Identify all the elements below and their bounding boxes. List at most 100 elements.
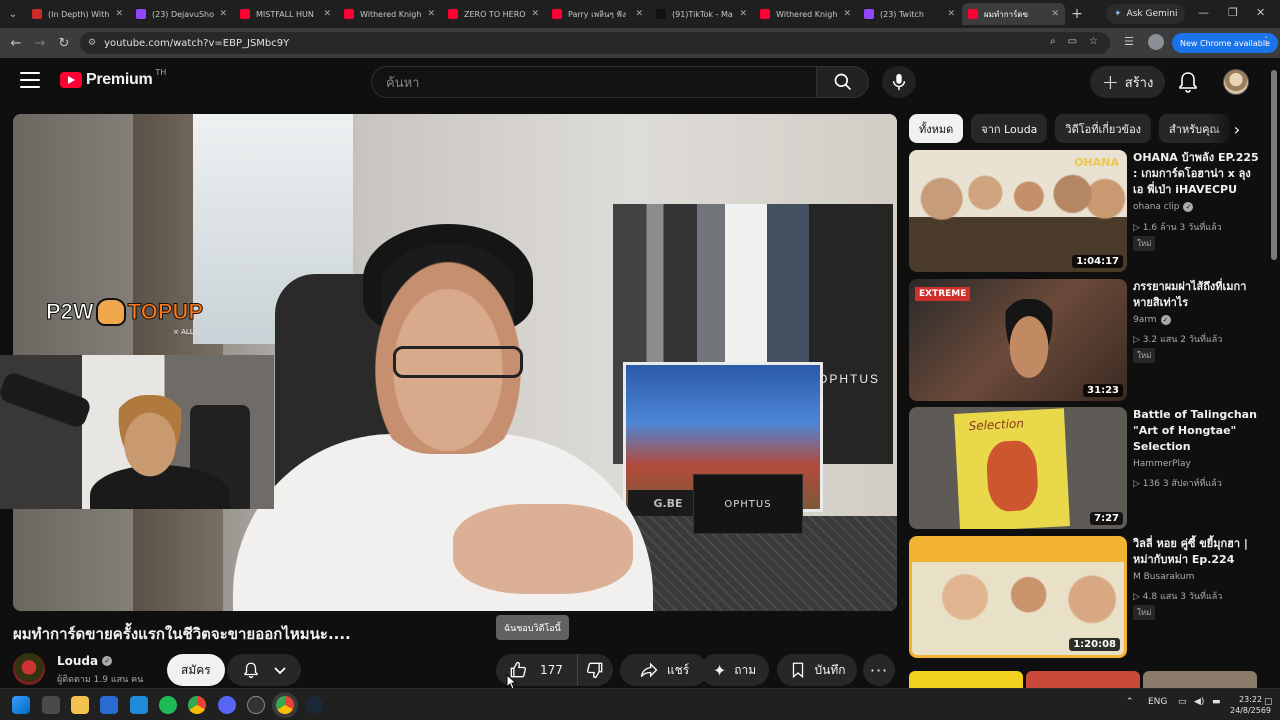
cast-icon[interactable]: ▭ [1068, 36, 1077, 47]
recommendation-thumbnail[interactable]: 1:20:08 [909, 536, 1127, 658]
new-tab-button[interactable]: + [1066, 6, 1088, 22]
browser-tab[interactable]: (23) DejavuSho ✕ [130, 3, 233, 25]
tab-groups-icon[interactable]: ☰ [1124, 35, 1134, 48]
browser-tab[interactable]: Withered Knigh ✕ [338, 3, 441, 25]
search-button[interactable] [817, 66, 869, 98]
dislike-button[interactable] [578, 654, 613, 686]
scrollbar-thumb[interactable] [1271, 70, 1277, 260]
network-icon[interactable]: ▭ [1178, 697, 1187, 707]
tab-close-icon[interactable]: ✕ [427, 9, 435, 19]
show-hidden-icons[interactable]: ⌃ [1126, 697, 1134, 707]
share-button[interactable]: แชร์ [620, 654, 708, 686]
recommendation-card[interactable]: Selection 7:27 Battle of Talingchan "Art… [909, 407, 1259, 529]
tab-favicon-icon [448, 9, 458, 19]
recommendation-thumbnail[interactable]: EXTREME 31:23 [909, 279, 1127, 401]
tab-close-icon[interactable]: ✕ [219, 9, 227, 19]
chips-next-arrow-icon[interactable]: › [1226, 118, 1248, 140]
browser-tab[interactable]: (23) Twitch ✕ [858, 3, 961, 25]
channel-name-link[interactable]: Louda ✓ [57, 654, 113, 668]
recommendation-thumbnail[interactable]: OHANA 1:04:17 [909, 150, 1127, 272]
obs-icon[interactable] [247, 696, 265, 714]
browser-menu-icon[interactable]: ⋮ [1260, 34, 1272, 48]
verified-icon: ✓ [1183, 202, 1194, 212]
notification-center-icon[interactable]: ▢ [1264, 697, 1273, 707]
chevron-down-icon [273, 667, 286, 675]
tab-close-icon[interactable]: ✕ [1051, 9, 1059, 19]
recommendation-thumbnail-partial[interactable] [1026, 671, 1140, 688]
chip-all[interactable]: ทั้งหมด [909, 114, 964, 143]
forward-icon[interactable]: → [28, 36, 52, 51]
tab-title: (23) Twitch [880, 9, 924, 19]
tab-search-button[interactable]: ⌄ [0, 0, 26, 28]
more-icon: ··· [869, 660, 889, 680]
webcam-overlay [0, 355, 274, 509]
video-title: ผมทำการ์ดขายครั้งแรกในชีวิตจะขายออกไหมนะ… [13, 625, 351, 643]
zoom-icon[interactable]: ⌕ [1050, 36, 1056, 47]
discord-icon[interactable] [218, 696, 236, 714]
browser-tab[interactable]: (In Depth) With ✕ [26, 3, 129, 25]
page-scrollbar[interactable] [1270, 60, 1278, 686]
create-button[interactable]: + สร้าง [1090, 66, 1166, 98]
new-badge: ใหม่ [1133, 605, 1156, 620]
file-explorer-icon[interactable] [71, 696, 89, 714]
spotify-icon[interactable] [159, 696, 177, 714]
recommendation-thumbnail-partial[interactable] [1143, 671, 1257, 688]
browser-tab[interactable]: Parry เพลินๆ ฟัง ✕ [546, 3, 649, 25]
menu-icon[interactable] [20, 72, 40, 88]
tab-close-icon[interactable]: ✕ [531, 9, 539, 19]
site-info-icon[interactable]: ⚙ [88, 38, 96, 48]
task-view-icon[interactable] [42, 696, 60, 714]
tab-close-icon[interactable]: ✕ [739, 9, 747, 19]
ask-gemini-button[interactable]: ✦ Ask Gemini [1106, 4, 1186, 24]
steam-icon[interactable] [305, 696, 323, 714]
reload-icon[interactable]: ↻ [52, 36, 76, 51]
book-title: Selection [968, 416, 1025, 434]
notification-preferences-button[interactable] [227, 654, 301, 686]
recommendation-card[interactable]: OHANA 1:04:17 OHANA บ้าพลัง EP.225 : เกม… [909, 150, 1259, 272]
tab-close-icon[interactable]: ✕ [115, 9, 123, 19]
recommendation-thumbnail[interactable]: Selection 7:27 [909, 407, 1127, 529]
battery-icon[interactable]: ▬ [1212, 697, 1221, 707]
start-icon[interactable] [12, 696, 30, 714]
back-icon[interactable]: ← [4, 36, 28, 51]
chrome-icon[interactable] [188, 696, 206, 714]
browser-tab[interactable]: ZERO TO HERO ✕ [442, 3, 545, 25]
browser-tab[interactable]: ผมทำการ์ดข ✕ [962, 3, 1065, 25]
notifications-bell-icon[interactable] [1176, 70, 1200, 94]
input-language[interactable]: ENG [1148, 697, 1167, 707]
store-icon[interactable] [100, 696, 118, 714]
recommendation-card[interactable]: 1:20:08 วิลลี่ หอย คู่ซี้ ขยี้มุกฮา | หม… [909, 536, 1259, 658]
chrome-active-icon[interactable] [276, 696, 294, 714]
recommendation-title: ภรรยาผมผ่าไส้ถึงที่เมกา หายสิเท่าไร [1133, 280, 1247, 309]
voice-search-button[interactable] [882, 66, 916, 98]
subscribe-button[interactable]: สมัคร [167, 654, 225, 686]
browser-tab[interactable]: Withered Knigh ✕ [754, 3, 857, 25]
browser-tab[interactable]: MISTFALL HUN ✕ [234, 3, 337, 25]
minimize-window-button[interactable]: — [1198, 6, 1209, 19]
profile-icon[interactable] [1148, 34, 1164, 50]
channel-label: ohana clip [1133, 202, 1180, 212]
volume-icon[interactable]: ◀) [1194, 697, 1204, 707]
address-bar[interactable]: ⚙ youtube.com/watch?v=EBP_JSMbc9Y ⌕ ▭ ☆ [80, 32, 1110, 54]
tab-close-icon[interactable]: ✕ [635, 9, 643, 19]
tab-close-icon[interactable]: ✕ [323, 9, 331, 19]
tab-close-icon[interactable]: ✕ [947, 9, 955, 19]
youtube-premium-logo[interactable]: Premium TH [60, 68, 166, 89]
chip-from-channel[interactable]: จาก Louda [971, 114, 1048, 143]
chip-related[interactable]: วิดีโอที่เกี่ยวข้อง [1055, 114, 1152, 143]
more-actions-button[interactable]: ··· [863, 654, 895, 686]
ask-button[interactable]: ✦ ถาม [700, 654, 769, 686]
verified-icon: ✓ [102, 656, 113, 666]
recommendation-thumbnail-partial[interactable] [909, 671, 1023, 688]
channel-avatar[interactable] [13, 653, 45, 685]
bookmark-star-icon[interactable]: ☆ [1089, 36, 1098, 47]
close-window-button[interactable]: ✕ [1256, 6, 1265, 19]
maximize-window-button[interactable]: ❐ [1228, 6, 1238, 19]
search-input[interactable]: ค้นหา [371, 66, 817, 98]
account-avatar[interactable] [1223, 69, 1249, 95]
outlook-icon[interactable] [130, 696, 148, 714]
save-button[interactable]: บันทึก [777, 654, 857, 686]
tab-close-icon[interactable]: ✕ [843, 9, 851, 19]
recommendation-card[interactable]: EXTREME 31:23 ภรรยาผมผ่าไส้ถึงที่เมกา หา… [909, 279, 1259, 401]
browser-tab[interactable]: (91)TikTok - Ma ✕ [650, 3, 753, 25]
